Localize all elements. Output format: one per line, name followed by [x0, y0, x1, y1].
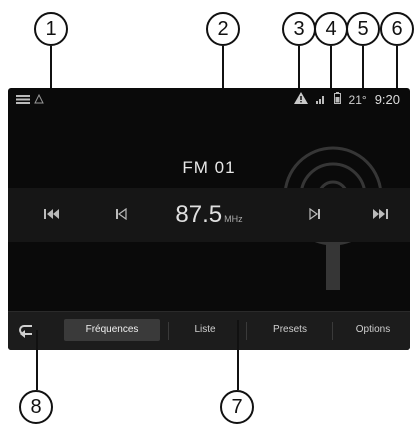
radio-screen: 21° 9:20 FM 01 87.5 MHz Fréquences Liste…	[8, 88, 410, 350]
signal-icon	[315, 93, 326, 107]
status-right: 21° 9:20	[293, 92, 400, 107]
tab-separator	[332, 322, 333, 340]
callout-4: 4	[314, 12, 348, 46]
status-bar: 21° 9:20	[8, 88, 410, 110]
station-name: FM 01	[182, 158, 236, 177]
warning-icon	[293, 92, 308, 107]
back-button[interactable]	[16, 320, 38, 342]
status-left	[16, 93, 44, 107]
back-arrow-icon	[19, 325, 32, 338]
step-forward-button[interactable]	[308, 207, 320, 223]
callout-5: 5	[346, 12, 380, 46]
phone-battery-icon	[333, 92, 341, 107]
callout-8-line	[36, 330, 38, 390]
temperature-readout: 21°	[348, 92, 367, 107]
notification-icon	[34, 93, 44, 107]
double-chevron-right-icon	[373, 209, 388, 219]
chevron-right-icon	[309, 207, 320, 221]
frequency-unit: MHz	[224, 214, 243, 224]
frequency-value: 87.5	[175, 201, 223, 228]
callout-7-line	[237, 320, 239, 390]
seek-forward-button[interactable]	[372, 208, 388, 223]
tab-bar: Fréquences Liste Presets Options	[8, 311, 410, 350]
tab-presets[interactable]: Presets	[254, 319, 326, 341]
clock: 9:20	[374, 92, 400, 107]
callout-1: 1	[34, 12, 68, 46]
tab-frequences[interactable]: Fréquences	[64, 319, 160, 341]
callout-6: 6	[380, 12, 414, 46]
tab-options[interactable]: Options	[338, 319, 408, 341]
callout-8: 8	[19, 390, 53, 424]
tab-separator	[168, 322, 169, 340]
tab-separator	[246, 322, 247, 340]
callout-7: 7	[220, 390, 254, 424]
menu-icon[interactable]	[16, 93, 30, 107]
callout-3: 3	[282, 12, 316, 46]
frequency-display: 87.5 MHz	[8, 201, 410, 229]
callout-2: 2	[206, 12, 240, 46]
tab-liste[interactable]: Liste	[172, 319, 238, 341]
tuning-bar: 87.5 MHz	[8, 188, 410, 242]
